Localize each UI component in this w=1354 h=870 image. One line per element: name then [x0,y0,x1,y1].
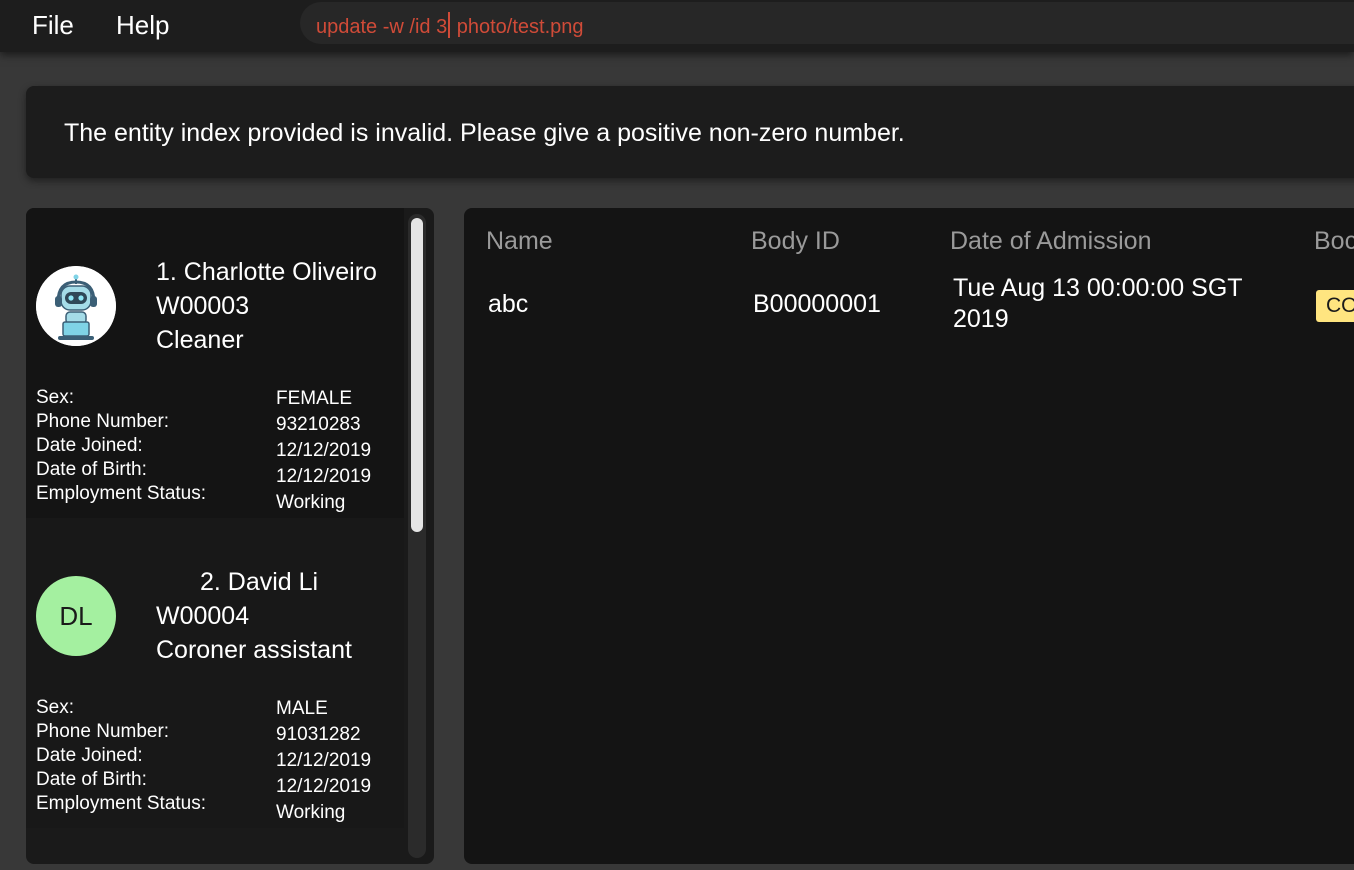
robot-avatar-icon [36,266,116,346]
sex-value: FEMALE [276,388,353,409]
worker-designation: Cleaner [156,326,244,354]
initials-avatar: DL [36,576,116,656]
result-message: The entity index provided is invalid. Pl… [64,119,905,147]
worker-list-panel[interactable]: 1. Charlotte Oliveiro W00003 Cleaner Sex… [26,208,434,864]
employment-status-value: Working [276,492,346,513]
employment-status-value: Working [276,802,346,823]
top-menu-bar: File Help update -w /id 3 photo/test.png [0,0,1354,52]
cell-date-line-2: 2019 [953,305,1009,333]
phone-value: 91031282 [276,724,361,745]
employment-status-label: Employment Status: [36,483,207,504]
worker-id: W00003 [156,292,250,320]
phone-label: Phone Number: [36,721,170,742]
scrollbar-thumb[interactable] [411,218,423,532]
command-text[interactable]: update -w /id 3 photo/test.png [316,12,584,39]
employment-status-label: Employment Status: [36,793,207,814]
column-header-body-status[interactable]: Boc [1314,226,1354,256]
menu-help[interactable]: Help [116,9,169,41]
cell-name: abc [488,290,529,318]
date-of-birth-label: Date of Birth: [36,769,147,790]
cell-body-id: B00000001 [753,290,881,318]
body-table-panel: Name Body ID Date of Admission Boc abc B… [464,208,1354,864]
column-header-date-of-admission[interactable]: Date of Admission [950,226,1152,256]
sex-value: MALE [276,698,328,719]
column-header-body-id[interactable]: Body ID [751,226,840,256]
cell-date-line-1: Tue Aug 13 00:00:00 SGT [953,274,1243,302]
phone-value: 93210283 [276,414,361,435]
column-header-name[interactable]: Name [486,226,553,256]
date-joined-value: 12/12/2019 [276,750,372,771]
date-of-birth-value: 12/12/2019 [276,776,372,797]
sex-label: Sex: [36,697,75,718]
text-caret [448,12,451,38]
worker-name: 2. David Li [200,568,319,596]
worker-card[interactable]: DL 2. David Li W00004 Coroner assistant … [26,518,404,828]
command-input[interactable]: update -w /id 3 photo/test.png [300,2,1354,44]
worker-id: W00004 [156,602,250,630]
phone-label: Phone Number: [36,411,170,432]
menu-file[interactable]: File [32,9,74,41]
cell-date-of-admission: Tue Aug 13 00:00:00 SGT 2019 [953,273,1243,335]
worker-name: 1. Charlotte Oliveiro [156,258,377,286]
date-of-birth-value: 12/12/2019 [276,466,372,487]
status-badge: CO [1316,290,1354,322]
worker-card[interactable]: 1. Charlotte Oliveiro W00003 Cleaner Sex… [26,208,404,518]
result-display: The entity index provided is invalid. Pl… [26,86,1354,178]
date-joined-label: Date Joined: [36,745,143,766]
sex-label: Sex: [36,387,75,408]
command-text-after-caret: photo/test.png [451,16,584,38]
worker-designation: Coroner assistant [156,636,352,664]
date-joined-label: Date Joined: [36,435,143,456]
date-joined-value: 12/12/2019 [276,440,372,461]
command-text-before-caret: update -w /id 3 [316,16,448,38]
date-of-birth-label: Date of Birth: [36,459,147,480]
